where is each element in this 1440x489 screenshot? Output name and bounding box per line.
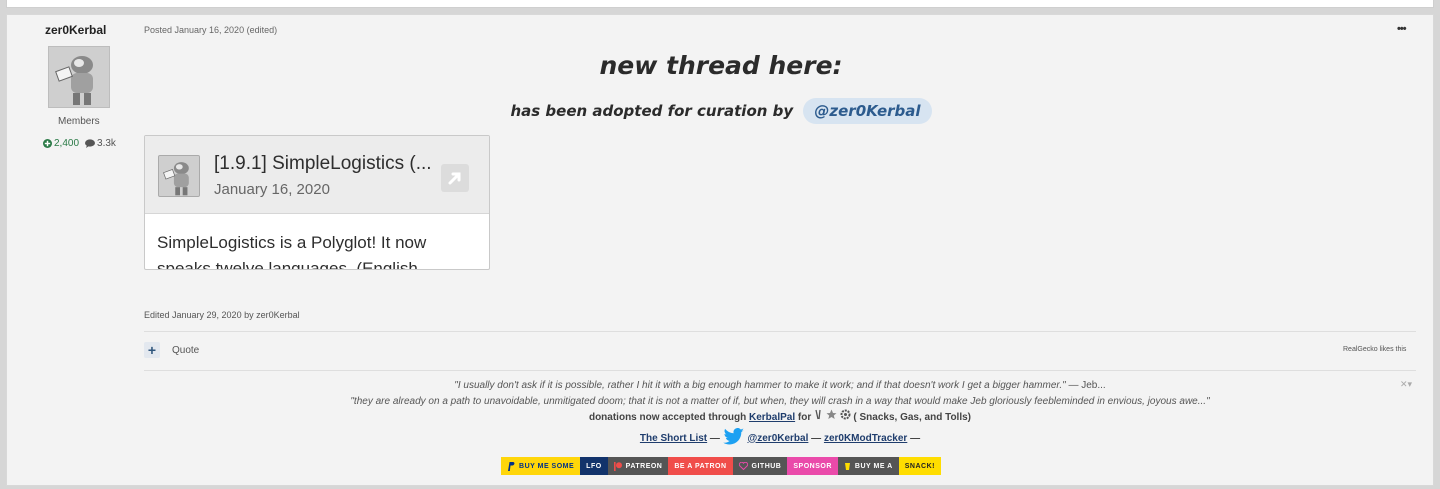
gear-icon bbox=[840, 409, 851, 420]
donations-post: ( Snacks, Gas, and Tolls) bbox=[853, 412, 972, 423]
donations-for: for bbox=[797, 412, 812, 423]
badge-buy-snack[interactable]: BUY ME A SNACK! bbox=[837, 457, 941, 475]
donations-pre: donations now accepted through bbox=[588, 412, 747, 423]
reputation-count: 2,400 bbox=[54, 138, 80, 149]
heart-icon bbox=[738, 462, 748, 470]
badge-left: BUY ME SOME bbox=[501, 457, 581, 475]
post-count-value: 3.3k bbox=[97, 138, 116, 149]
post-meta: Posted January 16, 2020 (edited) bbox=[144, 25, 277, 35]
embed-header: [1.9.1] SimpleLogistics (... January 16,… bbox=[145, 136, 489, 214]
plus-circle-icon bbox=[43, 139, 52, 148]
embed-date: January 16, 2020 bbox=[214, 181, 330, 198]
badge-left: GITHUB bbox=[732, 457, 788, 475]
edited-flag: (edited) bbox=[246, 25, 278, 35]
modtracker-link[interactable]: zer0KModTracker bbox=[824, 433, 907, 444]
multiquote-add-button[interactable]: + bbox=[144, 342, 160, 358]
separator-dash: — bbox=[709, 432, 720, 444]
likes-text[interactable]: RealGecko likes this bbox=[1343, 346, 1406, 353]
cup-icon bbox=[844, 462, 850, 470]
post-count: 3.3k bbox=[85, 138, 116, 149]
comment-icon bbox=[85, 139, 96, 148]
embed-body: SimpleLogistics is a Polyglot! It now sp… bbox=[157, 233, 432, 270]
edited-line: Edited January 29, 2020 by zer0Kerbal bbox=[144, 310, 300, 320]
forum-post: zer0Kerbal Members 2,400 3.3k Posted Jan… bbox=[6, 14, 1434, 486]
paypal-icon bbox=[508, 461, 515, 471]
kerbalpal-link[interactable]: KerbalPal bbox=[749, 412, 795, 423]
embed-title[interactable]: [1.9.1] SimpleLogistics (... bbox=[214, 153, 432, 175]
previous-post-edge bbox=[6, 0, 1434, 8]
badge-left: BUY ME A bbox=[837, 457, 899, 475]
twitter-handle-link[interactable]: @zer0Kerbal bbox=[747, 433, 808, 444]
divider bbox=[144, 331, 1416, 332]
quote-button[interactable]: Quote bbox=[172, 345, 199, 356]
reputation[interactable]: 2,400 bbox=[43, 138, 79, 149]
sig-links: The Short List — @zer0Kerbal — zer0KModT… bbox=[144, 427, 1416, 447]
author-stats: 2,400 3.3k bbox=[43, 138, 116, 149]
post-options-button[interactable]: ••• bbox=[1397, 23, 1407, 35]
badge-right: SPONSOR bbox=[787, 457, 838, 475]
badge-left: PATREON bbox=[607, 457, 669, 475]
sig-quote-1-line: "I usually don't ask if it is possible, … bbox=[144, 378, 1416, 394]
badge-right: SNACK! bbox=[898, 457, 941, 475]
badge-buy-me-lfo[interactable]: BUY ME SOME LFO bbox=[501, 457, 608, 475]
twitter-bird-icon[interactable] bbox=[722, 427, 745, 446]
post-subline: has been adopted for curation by @zer0Ke… bbox=[7, 98, 1435, 124]
embed-avatar bbox=[158, 155, 200, 197]
sig-donations: donations now accepted through KerbalPal… bbox=[144, 409, 1416, 426]
posted-date[interactable]: Posted January 16, 2020 bbox=[144, 25, 244, 35]
separator-dash: — bbox=[910, 432, 921, 444]
badge-patreon[interactable]: PATREON BE A PATRON bbox=[607, 457, 733, 475]
divider bbox=[144, 370, 1416, 371]
fuel-icon bbox=[815, 409, 821, 420]
hide-signature-button[interactable]: ✕▾ bbox=[1400, 379, 1412, 390]
badge-github-sponsor[interactable]: GITHUB SPONSOR bbox=[732, 457, 838, 475]
embedded-thread-card[interactable]: [1.9.1] SimpleLogistics (... January 16,… bbox=[144, 135, 490, 270]
star-icon bbox=[826, 409, 837, 419]
author-name[interactable]: zer0Kerbal bbox=[45, 23, 106, 37]
external-link-icon bbox=[448, 172, 461, 185]
badge-right: LFO bbox=[580, 457, 608, 475]
post-controls: + Quote bbox=[144, 342, 199, 358]
patreon-icon bbox=[613, 461, 622, 471]
sig-quote-2: "they are already on a path to unavoidab… bbox=[350, 395, 1210, 407]
open-link-button[interactable] bbox=[441, 164, 469, 192]
user-mention[interactable]: @zer0Kerbal bbox=[803, 98, 932, 124]
subline-text: has been adopted for curation by bbox=[510, 102, 794, 120]
short-list-link[interactable]: The Short List bbox=[640, 433, 707, 444]
badge-right: BE A PATRON bbox=[668, 457, 733, 475]
signature: "I usually don't ask if it is possible, … bbox=[144, 378, 1416, 446]
sig-quote-1: "I usually don't ask if it is possible, … bbox=[454, 380, 1066, 391]
post-headline: new thread here: bbox=[599, 51, 843, 80]
snacks-gas-tolls-icons bbox=[814, 409, 853, 423]
sig-quote-1-attr: — Jeb... bbox=[1068, 380, 1106, 391]
donation-badges: BUY ME SOME LFO PATREON BE A PATRON GITH… bbox=[7, 457, 1435, 475]
separator-dash: — bbox=[811, 432, 822, 444]
